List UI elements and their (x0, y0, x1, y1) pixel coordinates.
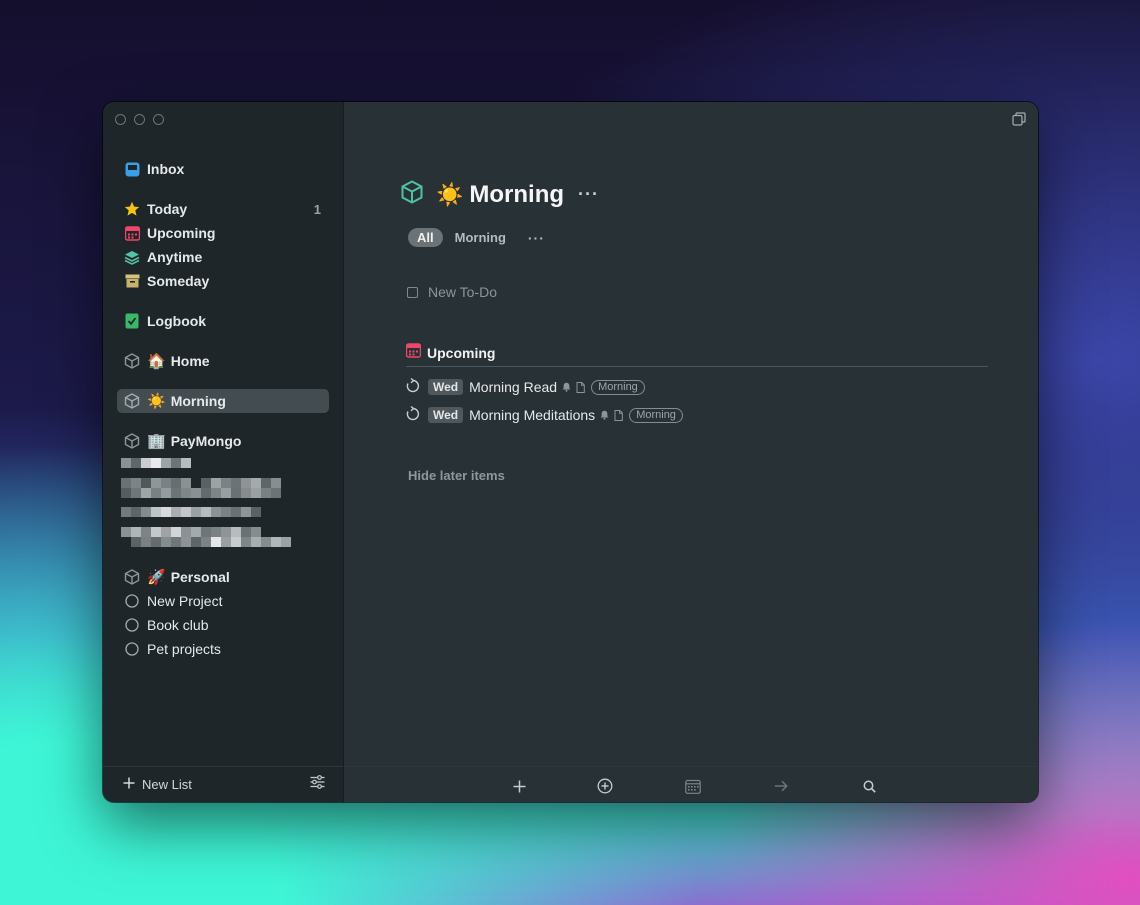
tag-pill[interactable]: Morning (591, 379, 645, 395)
sidebar-item-label: Personal (170, 569, 230, 585)
copy-window-icon[interactable] (1012, 112, 1026, 131)
sidebar-item-label: New Project (147, 593, 223, 609)
window-controls (115, 114, 164, 125)
sidebar-item-label: Anytime (147, 249, 203, 265)
sidebar-footer: New List (103, 766, 343, 802)
sidebar-item-label: Morning (170, 393, 226, 409)
calendar-icon (405, 343, 422, 363)
star-icon (123, 200, 141, 218)
calendar-icon[interactable] (684, 777, 702, 795)
minimize-window-button[interactable] (134, 114, 145, 125)
sidebar-item-label: Someday (147, 273, 210, 289)
bell-icon (562, 382, 571, 392)
sidebar-area-paymongo[interactable]: 🏢 PayMongo (117, 430, 329, 452)
area-cube-icon (123, 392, 141, 410)
sidebar-project-new-project[interactable]: New Project (117, 590, 329, 612)
sidebar-area-home[interactable]: 🏠 Home (117, 350, 329, 372)
todo-checkbox[interactable] (407, 286, 418, 298)
note-icon (614, 409, 623, 421)
todo-item[interactable]: Wed Morning Meditations Morning (406, 405, 683, 424)
tab-morning[interactable]: Morning (455, 230, 506, 245)
logbook-check-icon (123, 312, 141, 330)
area-cube-icon (123, 352, 141, 370)
layers-icon (123, 248, 141, 266)
when-badge: Wed (428, 407, 464, 423)
sidebar-item-label: Today (147, 201, 188, 217)
close-window-button[interactable] (115, 114, 126, 125)
sidebar-area-morning[interactable]: ☀️ Morning (117, 389, 329, 413)
redacted-project-row[interactable] (131, 537, 291, 547)
redacted-project-row[interactable] (121, 478, 281, 488)
main-content: ☀️ Morning ··· All Morning ··· New To-Do… (344, 102, 1038, 802)
project-circle-icon (123, 616, 141, 634)
todo-item[interactable]: Wed Morning Read Morning (406, 377, 645, 396)
area-cube-icon (123, 432, 141, 450)
repeat-icon (406, 405, 420, 424)
area-emoji: 🚀 (147, 569, 166, 586)
tag-pill[interactable]: Morning (629, 407, 683, 423)
section-label: Upcoming (427, 345, 496, 361)
sidebar-item-inbox[interactable]: Inbox (117, 158, 329, 180)
sidebar-item-label: Book club (147, 617, 209, 633)
sidebar-area-personal[interactable]: 🚀 Personal (117, 566, 329, 588)
sidebar: Inbox Today 1 Upcoming Anytime Someday L… (103, 102, 344, 802)
area-emoji: ☀️ (147, 393, 166, 410)
upcoming-section-header: Upcoming (405, 340, 988, 367)
page-header: ☀️ Morning ··· (400, 180, 599, 209)
project-circle-icon (123, 640, 141, 658)
redacted-project-row[interactable] (121, 507, 261, 517)
plus-icon (123, 777, 135, 792)
todo-title: Morning Meditations (469, 407, 596, 423)
area-cube-icon (400, 180, 424, 209)
sliders-icon[interactable] (310, 775, 325, 794)
redacted-project-row[interactable] (121, 458, 191, 468)
todo-title: Morning Read (469, 379, 558, 395)
sidebar-project-pet-projects[interactable]: Pet projects (117, 638, 329, 660)
tag-filter-tabs: All Morning ··· (408, 228, 545, 247)
add-circle-icon[interactable] (596, 777, 614, 795)
new-todo-row[interactable]: New To-Do (407, 284, 497, 300)
sidebar-item-someday[interactable]: Someday (117, 270, 329, 292)
new-list-button[interactable]: New List (123, 777, 192, 792)
sidebar-item-anytime[interactable]: Anytime (117, 246, 329, 268)
inbox-icon (123, 160, 141, 178)
area-cube-icon (123, 568, 141, 586)
arrow-right-icon[interactable] (772, 777, 790, 795)
repeat-icon (406, 377, 420, 396)
sidebar-item-label: Home (170, 353, 210, 369)
note-icon (576, 381, 585, 393)
app-window: Inbox Today 1 Upcoming Anytime Someday L… (103, 102, 1038, 802)
sidebar-item-label: Inbox (147, 161, 185, 177)
search-icon[interactable] (860, 777, 878, 795)
bell-icon (600, 410, 609, 420)
sidebar-item-upcoming[interactable]: Upcoming (117, 222, 329, 244)
tab-all[interactable]: All (408, 228, 443, 247)
new-todo-placeholder: New To-Do (428, 284, 497, 300)
redacted-project-row[interactable] (121, 488, 281, 498)
sidebar-item-logbook[interactable]: Logbook (117, 310, 329, 332)
today-count-badge: 1 (313, 201, 321, 217)
sidebar-item-label: Logbook (147, 313, 207, 329)
zoom-window-button[interactable] (153, 114, 164, 125)
redacted-project-row[interactable] (121, 527, 261, 537)
calendar-icon (123, 224, 141, 242)
area-emoji: 🏠 (147, 353, 166, 370)
tabs-more-button[interactable]: ··· (528, 230, 545, 246)
title-emoji: ☀️ (436, 181, 464, 207)
sidebar-project-book-club[interactable]: Book club (117, 614, 329, 636)
when-badge: Wed (428, 379, 464, 395)
sidebar-item-label: PayMongo (170, 433, 242, 449)
area-emoji: 🏢 (147, 433, 166, 450)
sidebar-item-today[interactable]: Today 1 (117, 198, 329, 220)
more-options-button[interactable]: ··· (578, 184, 599, 205)
plus-icon[interactable] (510, 777, 528, 795)
main-toolbar (344, 766, 1038, 802)
new-list-label: New List (142, 777, 192, 792)
sidebar-item-label: Upcoming (147, 225, 216, 241)
sidebar-item-label: Pet projects (147, 641, 221, 657)
archive-box-icon (123, 272, 141, 290)
project-circle-icon (123, 592, 141, 610)
page-title: Morning (469, 180, 565, 208)
hide-later-items-button[interactable]: Hide later items (408, 468, 505, 483)
